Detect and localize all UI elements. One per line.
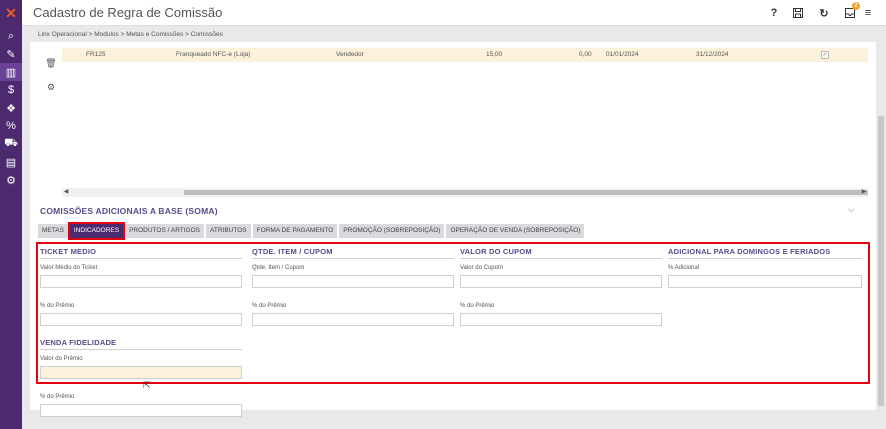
breadcrumb-item[interactable]: Linx Operacional [38, 31, 87, 38]
group-title: VENDA FIDELIDADE [40, 338, 242, 350]
menu-icon[interactable]: ≡ [860, 5, 876, 21]
field-label: % do Prêmio [252, 303, 287, 309]
cell-role: Vendedor [336, 51, 364, 58]
cell-value1: 15,00 [486, 51, 503, 58]
tab-metas[interactable]: METAS [38, 224, 68, 238]
adicional-domingos-group: ADICIONAL PARA DOMINGOS E FERIADOS % Adi… [668, 244, 862, 288]
tab-forma-pagamento[interactable]: FORMA DE PAGAMENTO [252, 224, 338, 238]
field-label: Valor Médio do Ticket [40, 265, 98, 271]
cubes-icon[interactable]: ❖ [0, 99, 22, 117]
row-checkbox[interactable]: ✓ [821, 51, 829, 59]
cell-end-date: 31/12/2024 [696, 51, 729, 58]
cart-icon[interactable]: ⛟ [0, 135, 22, 153]
ticket-value-input[interactable] [40, 275, 242, 288]
scrollbar-thumb[interactable] [184, 190, 868, 195]
scroll-left-icon[interactable]: ◀ [62, 188, 70, 197]
register-icon[interactable]: ▤ [0, 153, 22, 171]
ticket-percent-input[interactable] [40, 313, 242, 326]
chart-icon[interactable]: ▥ [0, 63, 22, 81]
group-title: VALOR DO CUPOM [460, 247, 662, 259]
scrollbar-thumb[interactable] [878, 116, 884, 406]
tab-indicadores[interactable]: INDICADORES [67, 222, 126, 240]
top-header: Cadastro de Regra de Comissão ? ↻ 2 ≡ [22, 0, 886, 26]
ticket-medio-group: TICKET MEDIO Valor Médio do Ticket % do … [40, 244, 242, 417]
help-button[interactable]: ? [766, 5, 782, 21]
field-label: Qtde. Item / Cupom [252, 265, 305, 271]
table-row[interactable]: FR125 Franqueado NFC-e (Loja) Vendedor 1… [62, 48, 868, 62]
qtde-percent-input[interactable] [252, 313, 454, 326]
percent-icon[interactable]: % [0, 117, 22, 135]
cell-code: FR125 [86, 51, 106, 58]
wrench-icon[interactable]: ✎ [0, 45, 22, 63]
dollar-icon[interactable]: $ [0, 81, 22, 99]
undo-icon[interactable]: ↻ [816, 5, 832, 21]
qtde-item-input[interactable] [252, 275, 454, 288]
tab-promocao[interactable]: PROMOÇÃO (SOBREPOSIÇÃO) [339, 224, 445, 238]
breadcrumb-item[interactable]: Comissões [191, 31, 223, 38]
field-label: % Adicional [668, 265, 700, 271]
indicators-form: TICKET MEDIO Valor Médio do Ticket % do … [36, 242, 870, 417]
vertical-scrollbar[interactable] [876, 26, 886, 429]
gears-icon[interactable]: ⚙ [0, 171, 22, 189]
notifications-icon[interactable]: 2 [842, 2, 860, 21]
page-title: Cadastro de Regra de Comissão [33, 5, 223, 20]
cupom-percent-input[interactable] [460, 313, 662, 326]
cell-value2: 0,00 [579, 51, 592, 58]
breadcrumb-item[interactable]: Metas e Comissões [126, 31, 183, 38]
field-label: % do Prêmio [40, 303, 75, 309]
commission-grid: 🗑 ⚙ FR125 Franqueado NFC-e (Loja) Vended… [36, 42, 868, 198]
notification-badge: 2 [852, 2, 860, 10]
tab-bar: METAS INDICADORES PRODUTOS / ARTIGOS ATR… [38, 222, 585, 240]
cell-store: Franqueado NFC-e (Loja) [176, 51, 251, 58]
field-label: Valor do Cupom [460, 265, 503, 271]
sidebar: ✕ ⌕ ✎ ▥ $ ❖ % ⛟ ▤ ⚙ [0, 0, 22, 429]
breadcrumb-item[interactable]: Modulos [94, 31, 119, 38]
fidelidade-percent-input[interactable] [40, 404, 242, 417]
valor-cupom-group: VALOR DO CUPOM Valor do Cupom % do Prêmi… [460, 244, 662, 326]
fidelidade-value-input[interactable] [40, 366, 242, 379]
field-label: Valor do Prêmio [40, 356, 83, 362]
breadcrumb: Linx Operacional > Modulos > Metas e Com… [38, 31, 223, 38]
group-title: QTDE. ITEM / CUPOM [252, 247, 454, 259]
field-label: % do Prêmio [460, 303, 495, 309]
scroll-right-icon[interactable]: ▶ [860, 188, 868, 197]
group-title: TICKET MEDIO [40, 247, 242, 259]
tab-produtos-artigos[interactable]: PRODUTOS / ARTIGOS [125, 224, 204, 238]
cupom-value-input[interactable] [460, 275, 662, 288]
horizontal-scrollbar[interactable]: ◀ ▶ [62, 188, 868, 197]
group-title: ADICIONAL PARA DOMINGOS E FERIADOS [668, 247, 862, 259]
section-title: COMISSÕES ADICIONAIS A BASE (SOMA) [40, 206, 218, 216]
field-label: % do Prêmio [40, 394, 75, 400]
app-logo-icon[interactable]: ✕ [0, 4, 22, 22]
chevron-down-icon[interactable]: ⌵ [848, 204, 855, 215]
grid-actions: 🗑 ⚙ [42, 58, 60, 106]
gears-icon[interactable]: ⚙ [42, 82, 60, 96]
main-card: 🗑 ⚙ FR125 Franqueado NFC-e (Loja) Vended… [30, 42, 876, 417]
mouse-cursor-icon: ⇱ [143, 380, 151, 390]
save-icon[interactable] [790, 5, 806, 21]
cell-start-date: 01/01/2024 [606, 51, 639, 58]
adicional-percent-input[interactable] [668, 275, 862, 288]
tab-operacao-venda[interactable]: OPERAÇÃO DE VENDA (SOBREPOSIÇÃO) [446, 224, 585, 238]
search-icon[interactable]: ⌕ [0, 27, 22, 45]
trash-icon[interactable]: 🗑 [42, 58, 60, 72]
tab-atributos[interactable]: ATRIBUTOS [206, 224, 251, 238]
qtde-item-group: QTDE. ITEM / CUPOM Qtde. Item / Cupom % … [252, 244, 454, 326]
